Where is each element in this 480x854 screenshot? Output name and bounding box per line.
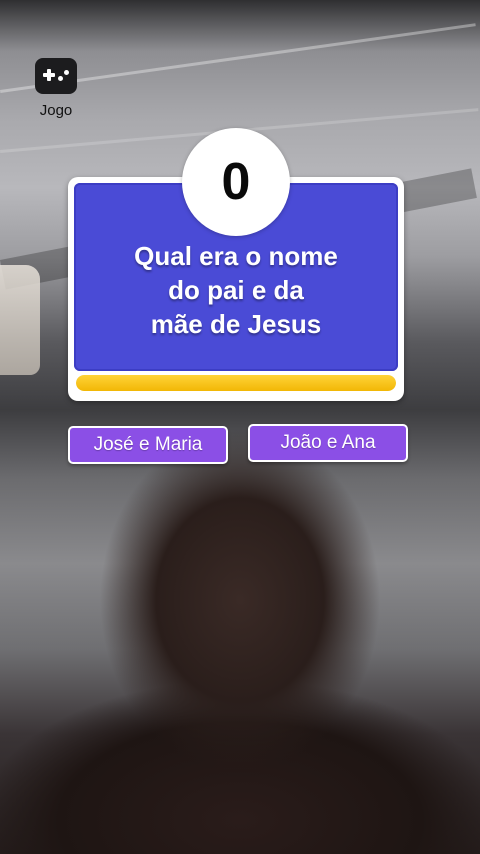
question-text: Qual era o nome do pai e da mãe de Jesus bbox=[134, 241, 338, 339]
timer-bar bbox=[76, 375, 396, 391]
timer-fill bbox=[76, 375, 396, 391]
game-launcher[interactable]: Jogo bbox=[28, 58, 84, 119]
answer-button-2[interactable]: João e Ana bbox=[248, 424, 408, 462]
answer-button-1[interactable]: José e Maria bbox=[68, 426, 228, 464]
score-value: 0 bbox=[221, 153, 251, 211]
game-label: Jogo bbox=[39, 102, 73, 119]
hanging-cloth bbox=[0, 265, 40, 375]
score-badge: 0 bbox=[182, 128, 290, 236]
gamepad-icon bbox=[35, 58, 77, 94]
